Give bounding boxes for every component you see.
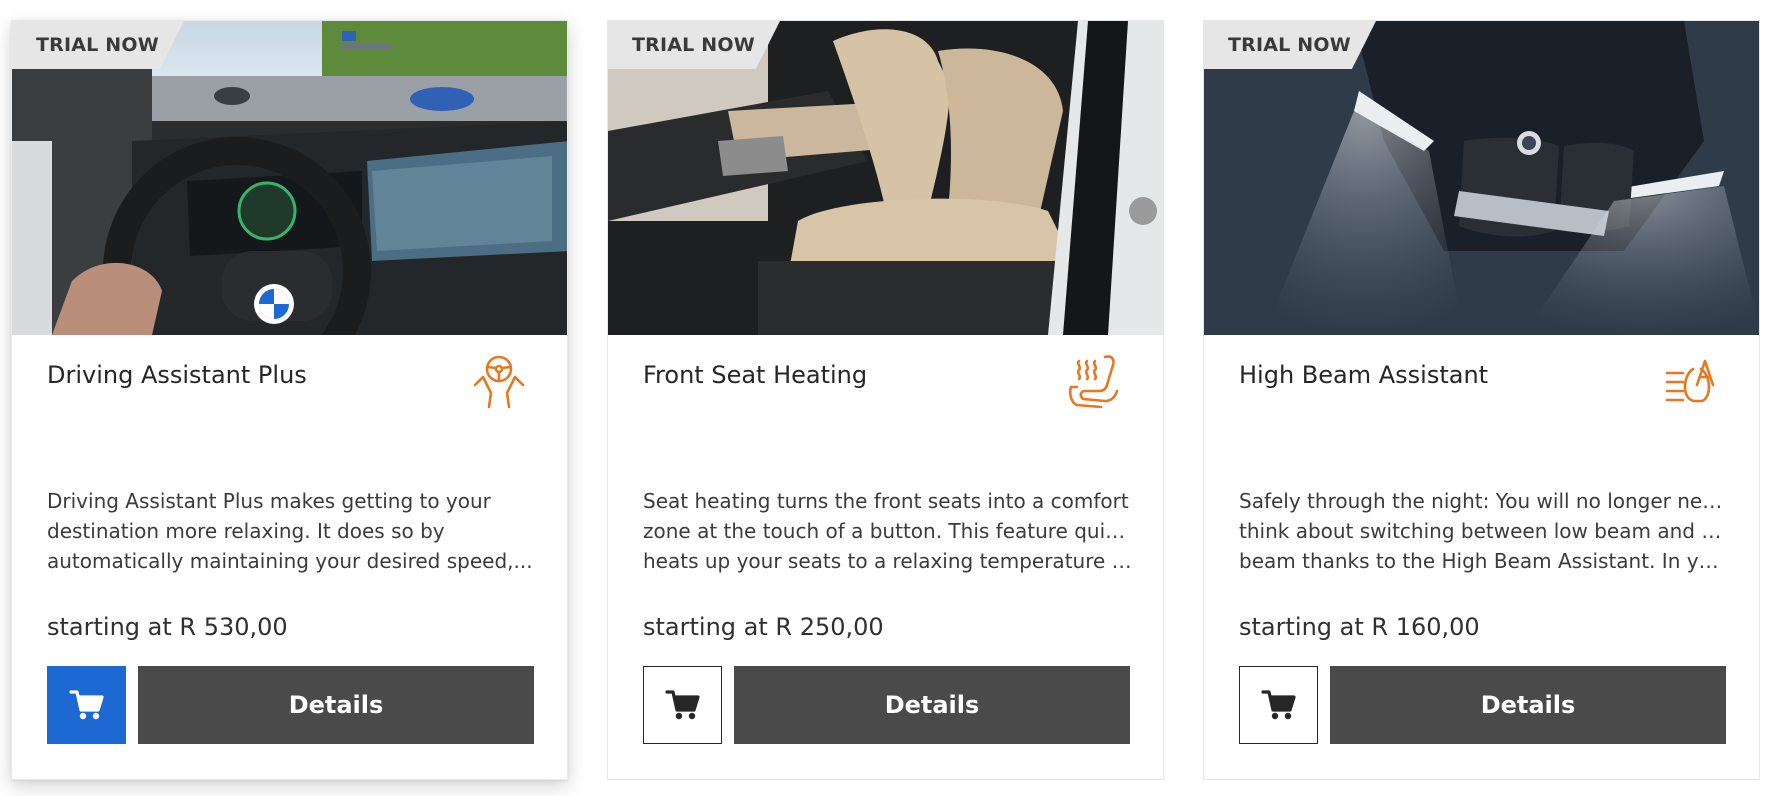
card-image-headlights[interactable]: TRIAL NOW: [1204, 21, 1759, 335]
description-line: Seat heating turns the front seats into …: [643, 489, 1129, 513]
high-beam-assist-icon: [1665, 359, 1715, 403]
card-description: Seat heating turns the front seats into …: [643, 486, 1133, 576]
add-to-cart-button[interactable]: [643, 666, 722, 744]
product-card-front-seat-heating[interactable]: TRIAL NOW Front Seat Heating Seat heatin…: [607, 20, 1164, 780]
cart-icon: [1260, 690, 1296, 720]
description-line: automatically maintaining your desired s…: [47, 549, 533, 573]
cart-icon: [68, 690, 104, 720]
seat-heating-icon: [1068, 355, 1119, 409]
card-title: Front Seat Heating: [643, 361, 868, 389]
card-title: Driving Assistant Plus: [47, 361, 307, 389]
details-button[interactable]: Details: [734, 666, 1130, 744]
card-title: High Beam Assistant: [1239, 361, 1489, 389]
description-line: think about switching between low beam a…: [1239, 519, 1729, 543]
product-card-driving-assistant[interactable]: TRIAL NOW Driving Assistant Plus Driving…: [11, 20, 568, 780]
description-line: beam thanks to the High Beam Assistant. …: [1239, 549, 1729, 573]
add-to-cart-button[interactable]: [1239, 666, 1318, 744]
trial-now-badge: TRIAL NOW: [608, 21, 780, 69]
price-label: starting at R 530,00: [47, 613, 288, 641]
description-line: destination more relaxing. It does so by: [47, 519, 445, 543]
description-line: Safely through the night: You will no lo…: [1239, 489, 1729, 513]
description-line: zone at the touch of a button. This feat…: [643, 519, 1133, 543]
description-line: Driving Assistant Plus makes getting to …: [47, 489, 491, 513]
steering-assist-icon: [473, 355, 525, 409]
card-image-seat[interactable]: TRIAL NOW: [608, 21, 1163, 335]
details-button[interactable]: Details: [138, 666, 534, 744]
product-card-high-beam-assistant[interactable]: TRIAL NOW High Beam Assistant Safely thr…: [1203, 20, 1760, 780]
card-image-car-interior[interactable]: TRIAL NOW: [12, 21, 567, 335]
card-description: Driving Assistant Plus makes getting to …: [47, 486, 537, 576]
trial-now-badge: TRIAL NOW: [1204, 21, 1376, 69]
price-label: starting at R 160,00: [1239, 613, 1480, 641]
cart-icon: [664, 690, 700, 720]
add-to-cart-button[interactable]: [47, 666, 126, 744]
trial-now-badge: TRIAL NOW: [12, 21, 184, 69]
description-line: heats up your seats to a relaxing temper…: [643, 549, 1133, 573]
card-description: Safely through the night: You will no lo…: [1239, 486, 1729, 576]
details-button[interactable]: Details: [1330, 666, 1726, 744]
price-label: starting at R 250,00: [643, 613, 884, 641]
